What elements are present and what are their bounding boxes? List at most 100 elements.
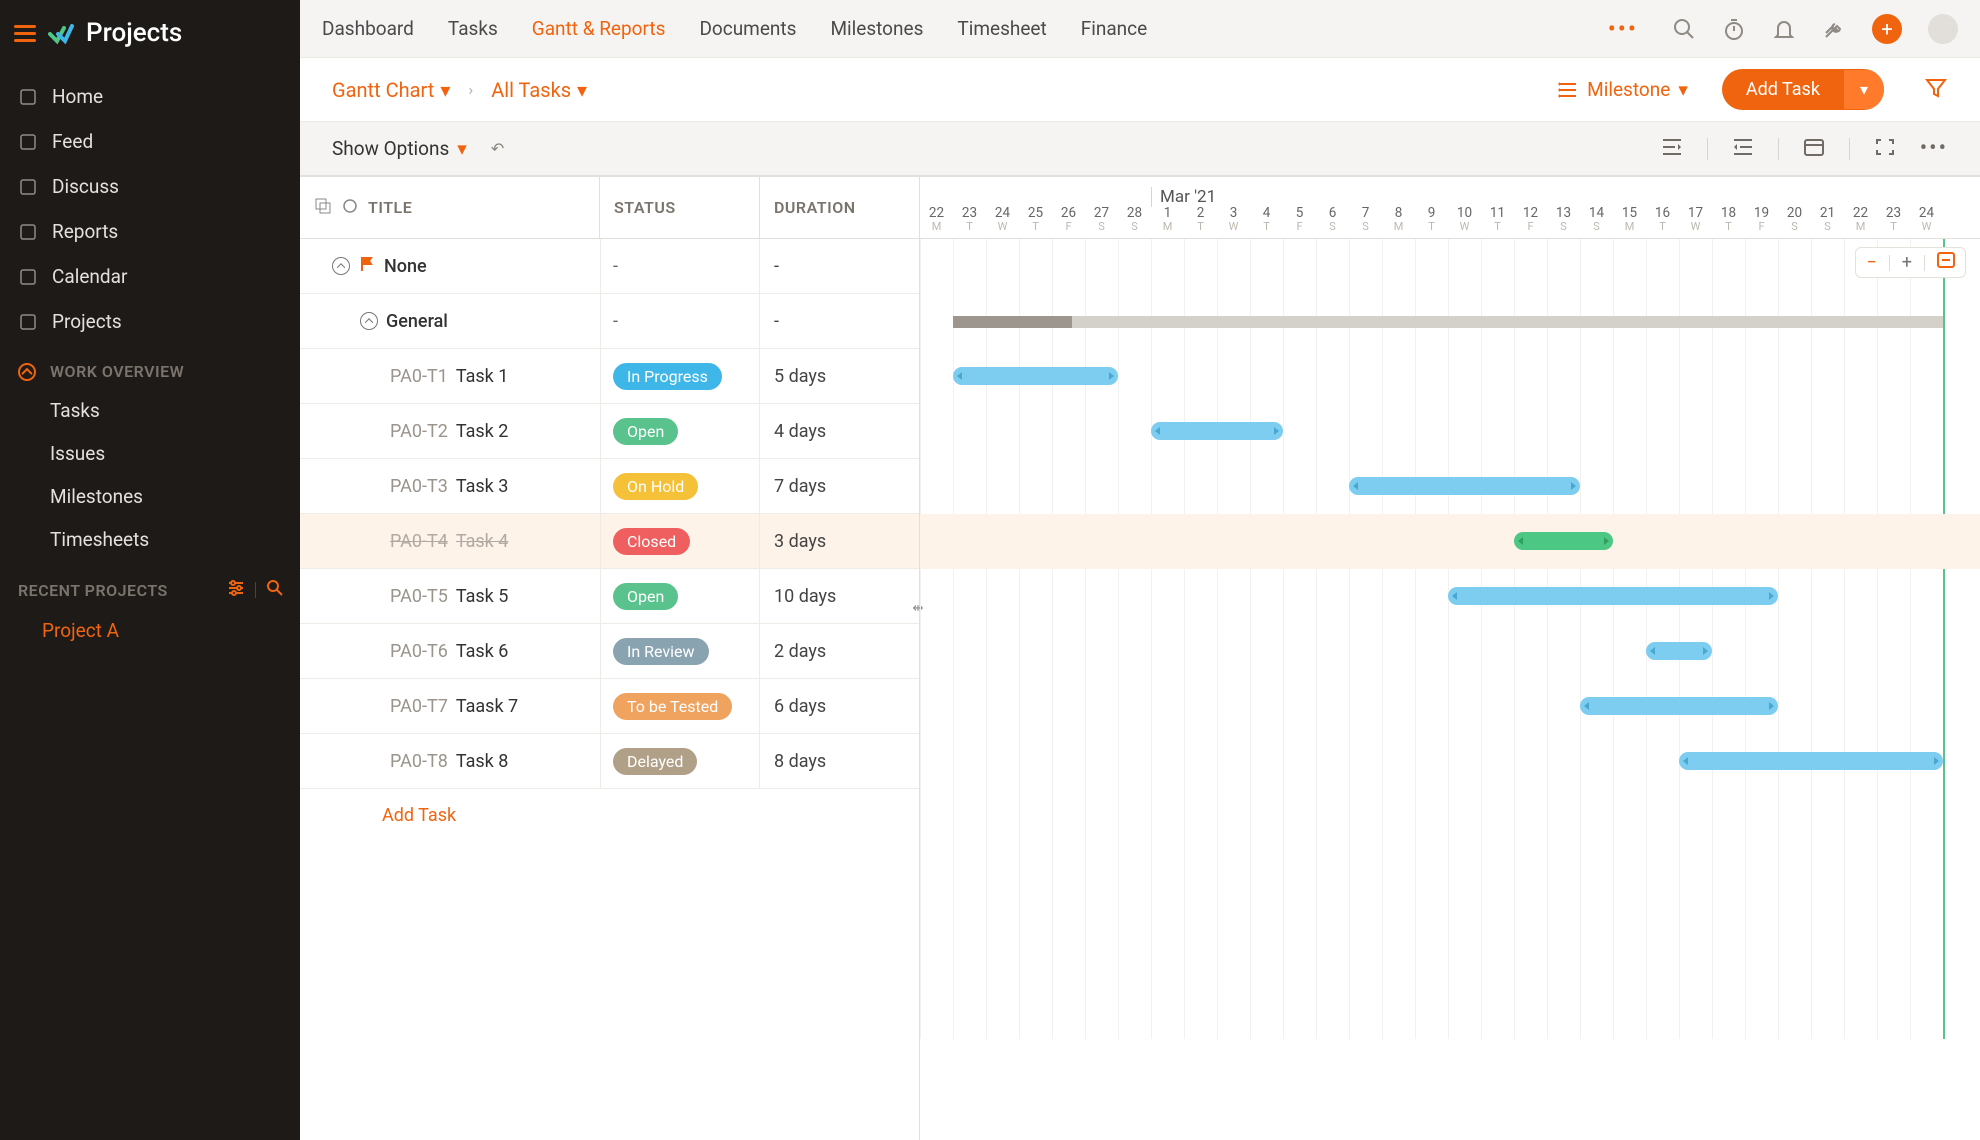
sidebar-item-issues[interactable]: Issues	[0, 432, 300, 475]
indent-left-icon[interactable]	[1661, 137, 1683, 161]
task-code: PA0-T5	[390, 586, 448, 607]
status-pill[interactable]: In Progress	[613, 363, 722, 390]
milestone-selector[interactable]: Milestone▾	[1557, 78, 1688, 101]
task-row[interactable]: PA0-T3 Task 3 On Hold 7 days	[300, 459, 919, 514]
day-header: 15M	[1613, 206, 1646, 238]
timeline-header: Mar '21 22M23T24W25T26F27S28S1M2T3W4T5F6…	[920, 177, 1980, 239]
tab-milestones[interactable]: Milestones	[830, 17, 923, 40]
task-name: Task 5	[456, 586, 509, 607]
day-header: 12F	[1514, 206, 1547, 238]
work-overview-header[interactable]: WORK OVERVIEW	[0, 344, 300, 389]
chevron-down-icon: ▾	[1678, 78, 1688, 101]
indent-right-icon[interactable]	[1732, 137, 1754, 161]
status-pill[interactable]: To be Tested	[613, 693, 732, 720]
filter-selector[interactable]: All Tasks▾	[491, 78, 587, 102]
sidebar-nav-discuss[interactable]: Discuss	[0, 164, 300, 209]
status-pill[interactable]: Open	[613, 583, 678, 610]
gantt-bar[interactable]	[1679, 752, 1943, 770]
task-name: Task 1	[456, 366, 509, 387]
month-label: Mar '21	[1160, 187, 1216, 207]
gantt-bar[interactable]	[953, 367, 1118, 385]
task-row[interactable]: PA0-T7 Taask 7 To be Tested 6 days	[300, 679, 919, 734]
status-pill[interactable]: Closed	[613, 528, 690, 555]
tab-gantt-reports[interactable]: Gantt & Reports	[532, 17, 666, 40]
task-code: PA0-T1	[390, 366, 448, 387]
add-task-button[interactable]: Add Task ▾	[1722, 69, 1884, 110]
search-icon[interactable]	[1672, 17, 1696, 41]
sidebar-item-milestones[interactable]: Milestones	[0, 475, 300, 518]
day-header: 8M	[1382, 206, 1415, 238]
collapse-icon[interactable]	[360, 312, 378, 330]
task-row[interactable]: PA0-T4 Task 4 Closed 3 days	[300, 514, 919, 569]
gantt-bar[interactable]	[1580, 697, 1778, 715]
timer-icon[interactable]	[1722, 17, 1746, 41]
task-row[interactable]: PA0-T6 Task 6 In Review 2 days	[300, 624, 919, 679]
sidebar-header: Projects	[0, 0, 300, 70]
gantt-bar[interactable]	[1448, 587, 1778, 605]
gantt-bar[interactable]	[1349, 477, 1580, 495]
gantt-area: TITLE STATUS DURATION None -- General --…	[300, 176, 1980, 1140]
recent-project[interactable]: Project A	[0, 609, 300, 652]
hamburger-icon[interactable]	[14, 25, 36, 42]
gantt-bar[interactable]	[1151, 422, 1283, 440]
sidebar-item-tasks[interactable]: Tasks	[0, 389, 300, 432]
gantt-bar[interactable]	[1514, 532, 1613, 550]
status-pill[interactable]: Delayed	[613, 748, 697, 775]
sidebar-nav-feed[interactable]: Feed	[0, 119, 300, 164]
tab-dashboard[interactable]: Dashboard	[322, 17, 414, 40]
status-pill[interactable]: Open	[613, 418, 678, 445]
day-header: 4T	[1250, 206, 1283, 238]
bell-icon[interactable]	[1772, 17, 1796, 41]
more-nav-icon[interactable]: •••	[1608, 15, 1638, 43]
day-header: 14S	[1580, 206, 1613, 238]
flag-icon[interactable]	[342, 198, 358, 218]
settings-sliders-icon[interactable]	[227, 579, 245, 601]
user-avatar[interactable]	[1928, 14, 1958, 44]
task-grid: TITLE STATUS DURATION None -- General --…	[300, 177, 920, 1140]
show-options[interactable]: Show Options▾	[332, 137, 467, 160]
task-row[interactable]: PA0-T1 Task 1 In Progress 5 days	[300, 349, 919, 404]
zoom-out-icon[interactable]: −	[1866, 252, 1876, 273]
undo-icon[interactable]: ↶	[491, 139, 504, 158]
fullscreen-icon[interactable]	[1874, 137, 1896, 161]
more-icon[interactable]: •••	[1920, 136, 1948, 161]
group-row-general[interactable]: General --	[300, 294, 919, 349]
task-code: PA0-T4	[390, 531, 448, 552]
tab-timesheet[interactable]: Timesheet	[957, 17, 1046, 40]
chevron-down-icon: ▾	[457, 137, 467, 160]
sidebar-item-timesheets[interactable]: Timesheets	[0, 518, 300, 561]
tab-finance[interactable]: Finance	[1081, 17, 1147, 40]
search-icon[interactable]	[266, 579, 284, 601]
day-header: 6S	[1316, 206, 1349, 238]
gantt-chart[interactable]: Mar '21 22M23T24W25T26F27S28S1M2T3W4T5F6…	[920, 177, 1980, 1140]
task-name: Task 6	[456, 641, 509, 662]
status-pill[interactable]: On Hold	[613, 473, 698, 500]
sidebar-nav-calendar[interactable]: Calendar	[0, 254, 300, 299]
divider	[255, 582, 256, 598]
task-row[interactable]: PA0-T5 Task 5 Open 10 days	[300, 569, 919, 624]
add-button[interactable]: +	[1872, 14, 1902, 44]
group-row-none[interactable]: None --	[300, 239, 919, 294]
collapse-icon[interactable]	[332, 257, 350, 275]
fit-icon[interactable]	[1937, 252, 1955, 273]
duration: 8 days	[760, 751, 919, 772]
status-pill[interactable]: In Review	[613, 638, 709, 665]
today-icon[interactable]	[1803, 137, 1825, 161]
task-row[interactable]: PA0-T2 Task 2 Open 4 days	[300, 404, 919, 459]
tab-documents[interactable]: Documents	[699, 17, 796, 40]
task-row[interactable]: PA0-T8 Task 8 Delayed 8 days	[300, 734, 919, 789]
add-task-link[interactable]: Add Task	[300, 789, 919, 842]
tab-tasks[interactable]: Tasks	[448, 17, 498, 40]
chevron-down-icon[interactable]: ▾	[1844, 70, 1884, 109]
zoom-in-icon[interactable]: +	[1902, 252, 1912, 273]
sidebar-nav-reports[interactable]: Reports	[0, 209, 300, 254]
filter-icon[interactable]	[1924, 76, 1948, 104]
sidebar-nav-home[interactable]: Home	[0, 74, 300, 119]
chevron-down-icon: ▾	[577, 78, 587, 102]
expand-icon[interactable]	[314, 197, 332, 219]
gantt-bar[interactable]	[1646, 642, 1712, 660]
tools-icon[interactable]	[1822, 17, 1846, 41]
view-selector[interactable]: Gantt Chart▾	[332, 78, 450, 102]
day-header: 24W	[1910, 206, 1943, 238]
sidebar-nav-projects[interactable]: Projects	[0, 299, 300, 344]
